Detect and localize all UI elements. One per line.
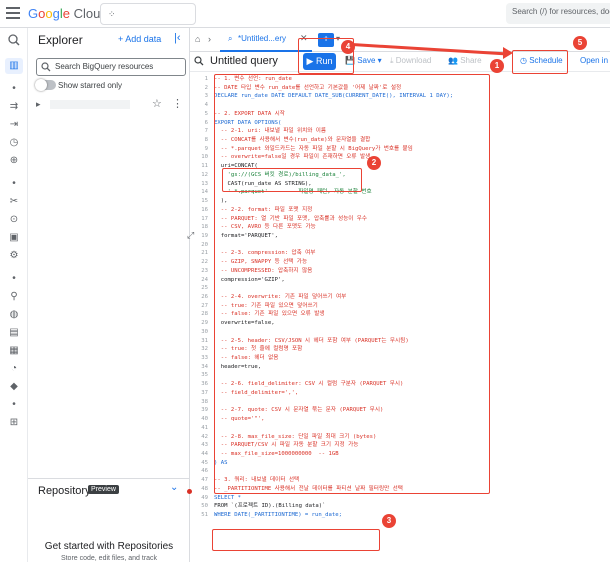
dataform-nav-icon[interactable]: ⊙ (8, 214, 20, 226)
analytics-hub-nav-icon[interactable]: ⊕ (8, 155, 20, 167)
annotation-badge-4: 4 (341, 40, 355, 54)
query-icon (194, 56, 204, 66)
preview-badge: Preview (88, 485, 119, 494)
project-picker[interactable]: ⁘ (100, 3, 196, 25)
query-tab-icon: ⌕ (228, 34, 233, 43)
governance-nav-icon[interactable]: ◆ (8, 381, 20, 393)
code-line[interactable]: WHERE DATE(_PARTITIONTIME) = run_date; (214, 510, 342, 520)
search-placeholder: Search BigQuery resources (55, 62, 154, 71)
partner-center-nav-icon[interactable]: ✂ (8, 196, 20, 208)
nav-dot-icon[interactable]: • (8, 178, 20, 190)
share-label: Share (460, 56, 482, 65)
release-notes-nav-icon[interactable]: ⊞ (8, 417, 20, 429)
annotation-badge-5: 5 (573, 36, 587, 50)
annotation-arrow-head (503, 47, 513, 59)
scheduled-queries-nav-icon[interactable]: ◷ (8, 137, 20, 149)
annotation-badge-2: 2 (367, 156, 381, 170)
pipelines-nav-icon[interactable]: ⇉ (8, 101, 20, 113)
annotation-box-gcs-uri (222, 168, 362, 192)
line-number-gutter: 1 2 3 4 5 6 7 8 9 10 11 12 13 14 15 16 17 18 19 20 21 22 23 24 2… (190, 72, 210, 562)
nav-dot-icon[interactable]: • (8, 83, 20, 95)
bigquery-resources-search-input[interactable]: Search BigQuery resources (36, 58, 186, 76)
monitoring-nav-icon[interactable]: ⚲ (8, 291, 20, 303)
global-search-input[interactable]: Search (/) for resources, doc (506, 3, 610, 24)
tab-label: *Untitled...ery (238, 34, 287, 43)
repositories-subtext: Store code, edit files, and track (60, 555, 158, 562)
annotation-badge-3: 3 (382, 514, 396, 528)
google-cloud-logo[interactable]: Google Cloud (28, 6, 108, 21)
expand-caret-icon[interactable]: ▸ (36, 99, 41, 110)
query-title: Untitled query (210, 55, 278, 67)
download-label: Download (395, 56, 432, 65)
nav-dot-icon[interactable]: • (8, 399, 20, 411)
chevron-down-icon[interactable]: ⌄ (170, 482, 178, 493)
repository-title: Repository (38, 485, 91, 497)
capacity-nav-icon[interactable]: ▣ (8, 232, 20, 244)
policy-nav-icon[interactable]: ◔ (8, 363, 20, 375)
open-in-button[interactable]: Open in (580, 56, 608, 65)
bi-engine-nav-icon[interactable]: ▦ (8, 345, 20, 357)
line-number: 51 (201, 512, 208, 518)
project-icon: ⁘ (108, 9, 115, 19)
repositories-heading: Get started with Repositories (44, 541, 174, 552)
explorer-panel: Explorer + Add data |‹ Search BigQuery r… (28, 28, 190, 562)
main-menu-icon[interactable] (6, 7, 20, 19)
project-name-redacted (50, 100, 130, 109)
add-data-button[interactable]: + Add data (118, 34, 161, 44)
annotation-badge-1: 1 (490, 59, 504, 73)
navigation-rail: ▥ • ⇉ ⇥ ◷ ⊕ • ✂ ⊙ ▣ ⚙ • ⚲ ◍ ▤ ▦ ◔ ◆ • ⊞ (0, 28, 28, 562)
collapse-panel-icon[interactable]: |‹ (174, 32, 181, 44)
drag-handle-icon[interactable]: ⤢ (187, 230, 194, 241)
show-starred-toggle[interactable] (35, 79, 56, 91)
explorer-title: Explorer (38, 33, 83, 47)
annotation-box-schedule (512, 50, 568, 74)
error-marker-icon (187, 489, 192, 494)
annotation-box-source-table (212, 529, 380, 551)
share-button[interactable]: 👥 Share (448, 56, 482, 65)
home-icon[interactable]: ⌂ (195, 34, 200, 44)
settings-nav-icon[interactable]: ⚙ (8, 250, 20, 262)
search-icon (41, 62, 51, 72)
reservations-nav-icon[interactable]: ▤ (8, 327, 20, 339)
top-bar: Google Cloud ⁘ Search (/) for resources,… (0, 0, 610, 28)
jobs-nav-icon[interactable]: ◍ (8, 309, 20, 321)
tab-list-chevron-icon[interactable]: › (208, 34, 211, 44)
star-icon[interactable]: ☆ (152, 97, 162, 110)
project-tree-row[interactable]: ▸ ☆ ⋮ (32, 96, 188, 114)
bigquery-logo-icon[interactable] (8, 34, 20, 46)
annotation-box-query (214, 74, 490, 494)
repository-section: Repository Preview ⌄ Get started with Re… (28, 478, 190, 562)
show-starred-label: Show starred only (58, 81, 123, 90)
more-options-icon[interactable]: ⋮ (172, 97, 183, 110)
transfers-nav-icon[interactable]: ⇥ (8, 119, 20, 131)
nav-dot-icon[interactable]: • (8, 273, 20, 285)
download-button[interactable]: ⤓ Download (390, 56, 431, 66)
explorer-nav-icon[interactable]: ▥ (5, 58, 23, 74)
save-label: Save (357, 56, 376, 65)
